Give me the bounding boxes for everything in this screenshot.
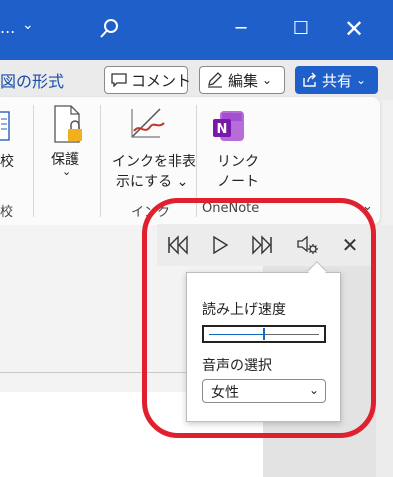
close-window-button[interactable]: ✕ [339, 14, 369, 44]
skip-previous-icon[interactable] [165, 232, 191, 258]
chevron-down-icon: ⌄ [308, 383, 319, 397]
link-notes-label-line1[interactable]: リンク [217, 151, 259, 171]
slider-track [264, 334, 319, 335]
reading-speed-slider[interactable] [202, 325, 326, 343]
slider-fill [209, 334, 264, 335]
speed-label: 読み上げ速度 [202, 302, 286, 318]
read-aloud-toolbar: ✕ [157, 224, 374, 266]
group-compare-label: 校 [0, 205, 14, 220]
edit-label: 編集 [228, 71, 259, 90]
search-icon[interactable] [98, 18, 120, 40]
play-icon[interactable] [207, 232, 233, 258]
svg-text:N: N [217, 122, 228, 137]
title-chevron-icon[interactable]: ⌄ [22, 17, 34, 33]
compare-label[interactable]: 校 [0, 151, 14, 171]
link-notes-label-line2[interactable]: ノート [217, 171, 259, 191]
tab-picture-format[interactable]: 図の形式 [0, 68, 64, 92]
voice-label: 音声の選択 [202, 358, 272, 374]
protect-chevron-icon[interactable]: ⌄ [62, 165, 71, 178]
edit-chevron-icon: ⌄ [262, 73, 273, 87]
comment-button[interactable]: コメント [104, 66, 192, 94]
hide-ink-label-line1[interactable]: インクを非表 [112, 151, 196, 171]
minimize-button[interactable]: ─ [226, 14, 256, 44]
share-button[interactable]: 共有 ⌄ [295, 66, 378, 94]
comment-label: コメント [131, 71, 192, 90]
edit-button[interactable]: 編集 ⌄ [199, 66, 285, 94]
slider-thumb[interactable] [263, 328, 265, 340]
group-separator [100, 105, 101, 217]
share-chevron-icon: ⌄ [356, 73, 367, 87]
comment-icon [111, 73, 127, 87]
group-separator [33, 105, 34, 217]
voice-select[interactable]: 女性 ⌄ [202, 379, 326, 403]
maximize-button[interactable]: ☐ [286, 14, 316, 44]
pen-icon [206, 72, 224, 88]
hide-ink-icon[interactable] [128, 107, 168, 147]
collapse-ribbon-icon[interactable]: ⌄ [362, 199, 373, 214]
document-title: ... [0, 18, 16, 37]
compare-icon[interactable] [0, 111, 12, 145]
close-read-aloud-button[interactable]: ✕ [337, 232, 363, 258]
hide-ink-label-line2[interactable]: 示にする ⌄ [116, 171, 188, 191]
ribbon-panel: 校 校 保護 ⌄ インクを非表 示にする ⌄ インク N リンク ノート One… [0, 97, 380, 225]
group-separator [196, 105, 197, 217]
share-label: 共有 [322, 71, 353, 90]
read-aloud-settings-popup: 読み上げ速度 音声の選択 女性 ⌄ [186, 272, 341, 422]
title-bar: ... ⌄ ─ ☐ ✕ [0, 0, 393, 60]
group-ink-label: インク [131, 205, 171, 220]
skip-next-icon[interactable] [249, 232, 275, 258]
share-icon [302, 72, 318, 88]
ribbon-header: 図の形式 コメント 編集 ⌄ 共有 ⌄ [0, 60, 393, 100]
onenote-icon[interactable]: N [212, 109, 246, 147]
group-onenote-label: OneNote [202, 201, 260, 216]
vertical-scrollbar[interactable] [376, 225, 393, 477]
voice-select-value: 女性 [211, 385, 239, 401]
protect-icon[interactable] [52, 105, 86, 149]
voice-settings-icon[interactable] [295, 232, 321, 258]
